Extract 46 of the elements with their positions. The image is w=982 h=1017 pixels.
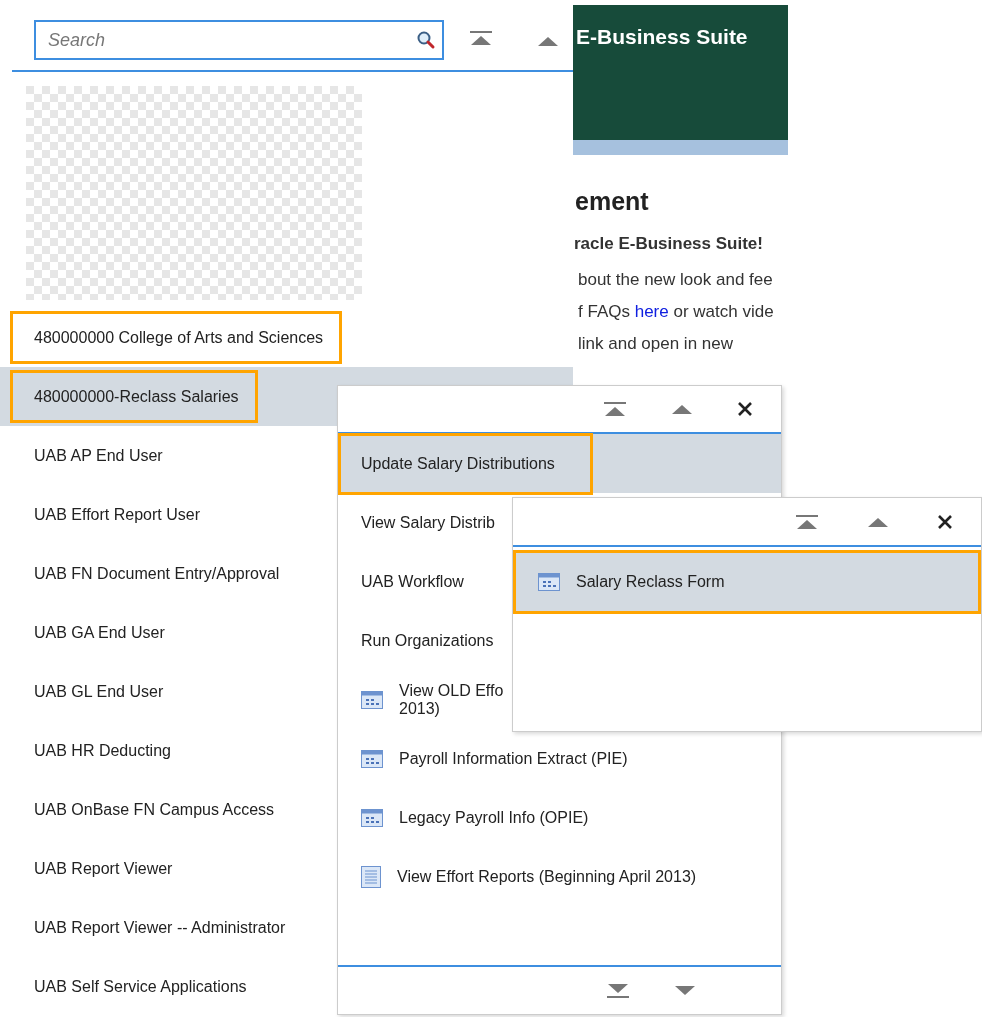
form-icon [538, 573, 560, 591]
menu-item[interactable]: Legacy Payroll Info (OPIE) [338, 788, 589, 847]
menu-item[interactable]: UAB AP End User [10, 429, 182, 482]
menu-item[interactable]: Run Organizations [338, 611, 494, 670]
up-arrow-icon[interactable] [536, 35, 560, 47]
paragraph-text: f FAQs [578, 302, 631, 321]
menu-item[interactable]: View Salary Distrib [338, 493, 495, 552]
menu-item[interactable]: Salary Reclass Form [513, 550, 981, 614]
paragraph-text: or watch vide [672, 302, 774, 321]
menu-item[interactable]: UAB Workflow [338, 552, 464, 611]
up-arrow-icon[interactable] [866, 515, 890, 528]
jump-to-bottom-icon[interactable] [606, 982, 630, 999]
here-link[interactable]: here [634, 302, 669, 321]
search-field[interactable]: Search [34, 20, 444, 60]
menu-item[interactable]: UAB OnBase FN Campus Access [10, 783, 294, 836]
menu-item[interactable]: UAB Self Service Applications [10, 960, 266, 1013]
document-icon [361, 865, 381, 888]
menu-item[interactable]: UAB Effort Report User [10, 488, 219, 541]
menu-item[interactable]: UAB GL End User [10, 665, 183, 718]
menu-item[interactable]: UAB Report Viewer -- Administrator [10, 901, 305, 954]
menu-item[interactable]: UAB Report Viewer [10, 842, 192, 895]
jump-to-top-icon[interactable] [603, 401, 627, 417]
search-icon[interactable] [416, 30, 436, 50]
up-arrow-icon[interactable] [670, 403, 694, 415]
menu-item[interactable]: UAB FN Document Entry/Approval [10, 547, 299, 600]
paragraph-text: bout the new look and fee [578, 270, 773, 289]
menu-item[interactable]: Update Salary Distributions [338, 432, 593, 495]
heading: ement [575, 187, 650, 216]
menu-item[interactable]: View OLD Effo 2013) [338, 670, 504, 729]
subheading: racle E-Business Suite! [574, 234, 764, 254]
close-icon[interactable] [937, 513, 953, 530]
form-icon [361, 749, 383, 768]
down-arrow-icon[interactable] [673, 984, 697, 997]
page-title: E-Business Suite [576, 25, 748, 48]
jump-to-top-icon[interactable] [469, 30, 493, 46]
menu-item[interactable]: UAB HR Deducting [10, 724, 190, 777]
menu-item[interactable]: UAB GA End User [10, 606, 184, 659]
form-icon [361, 690, 383, 709]
form-icon [361, 808, 383, 827]
menu-item[interactable]: Payroll Information Extract (PIE) [338, 729, 628, 788]
jump-to-top-icon[interactable] [795, 513, 819, 530]
paragraph-text: link and open in new [578, 334, 733, 353]
menu-item[interactable]: 480000000-Reclass Salaries [10, 370, 258, 423]
close-icon[interactable] [737, 401, 753, 417]
menu-item[interactable]: View Effort Reports (Beginning April 2013) [338, 847, 697, 906]
menu-item[interactable]: 480000000 College of Arts and Sciences [10, 311, 343, 364]
